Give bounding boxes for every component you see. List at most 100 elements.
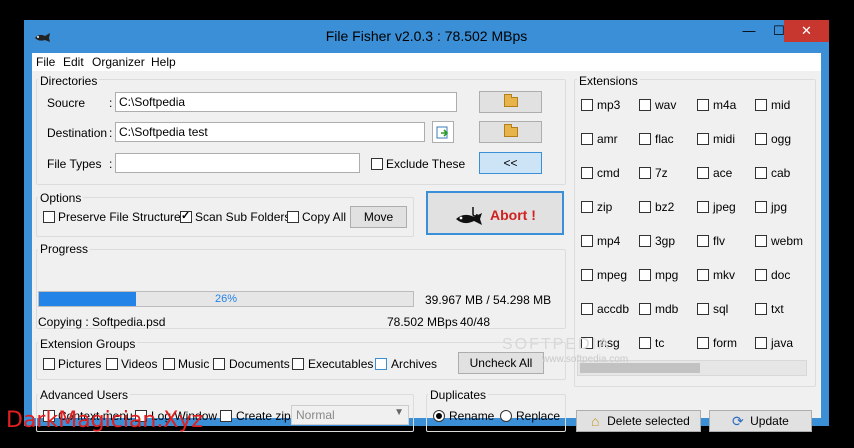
menu-help[interactable]: Help (151, 55, 176, 69)
open-destination-button[interactable] (432, 121, 454, 143)
ext-3gp-checkbox[interactable] (639, 235, 651, 247)
move-button[interactable]: Move (350, 206, 407, 228)
destination-browse-button[interactable] (479, 121, 542, 143)
update-button[interactable]: ⟳ Update (709, 410, 812, 432)
ext-mid-label: mid (771, 98, 791, 112)
ext-mpg-checkbox[interactable] (639, 269, 651, 281)
ext-mp4-label: mp4 (597, 234, 621, 248)
filetypes-input[interactable] (115, 153, 360, 173)
preserve-structure-checkbox[interactable] (43, 211, 55, 223)
ext-flac-checkbox[interactable] (639, 133, 651, 145)
group-archives-label: Archives (391, 357, 438, 371)
group-videos-checkbox[interactable] (106, 358, 118, 370)
ext-amr-checkbox[interactable] (581, 133, 593, 145)
ext-bz2-label: bz2 (655, 200, 675, 214)
ext-midi-checkbox[interactable] (697, 133, 709, 145)
menu-edit[interactable]: Edit (63, 55, 84, 69)
ext-sql-checkbox[interactable] (697, 303, 709, 315)
extension-groups-title: Extension Groups (38, 337, 138, 351)
minimize-button[interactable]: — (734, 20, 764, 42)
ext-mdb-checkbox[interactable] (639, 303, 651, 315)
ext-mp3-checkbox[interactable] (581, 99, 593, 111)
group-documents-checkbox[interactable] (213, 358, 225, 370)
collapse-button[interactable]: << (479, 152, 542, 174)
ext-java-label: java (771, 336, 794, 350)
ext-mkv-checkbox[interactable] (697, 269, 709, 281)
ext-form-checkbox[interactable] (697, 337, 709, 349)
progress-status: Copying : Softpedia.psd (38, 315, 166, 329)
extensions-title: Extensions (577, 74, 640, 88)
menu-organizer[interactable]: Organizer (92, 55, 145, 69)
ext-jpeg-checkbox[interactable] (697, 201, 709, 213)
group-documents-label: Documents (229, 357, 290, 371)
uncheck-all-button[interactable]: Uncheck All (458, 352, 544, 374)
ext-wav-checkbox[interactable] (639, 99, 651, 111)
ext-cmd-checkbox[interactable] (581, 167, 593, 179)
ext-ace-checkbox[interactable] (697, 167, 709, 179)
group-executables-checkbox[interactable] (292, 358, 304, 370)
scan-sub-folders-checkbox[interactable] (180, 209, 192, 223)
ext-txt-checkbox[interactable] (755, 303, 767, 315)
menu-bar: File Edit Organizer Help (32, 53, 821, 71)
ext-zip-checkbox[interactable] (581, 201, 593, 213)
copy-all-checkbox[interactable] (287, 211, 299, 223)
copy-all-label: Copy All (302, 210, 347, 224)
ext-m4a-label: m4a (713, 98, 737, 112)
destination-label: Destination (47, 126, 108, 140)
destination-input[interactable]: C:\Softpedia test (115, 122, 425, 142)
app-window: File Fisher v2.0.3 : 78.502 MBps — ☐ ✕ F… (24, 20, 829, 432)
group-pictures-checkbox[interactable] (43, 358, 55, 370)
ext-amr-label: amr (597, 132, 618, 146)
progress-size: 39.967 MB / 54.298 MB (425, 293, 552, 307)
close-button[interactable]: ✕ (784, 20, 829, 42)
source-input[interactable]: C:\Softpedia (115, 92, 457, 112)
ext-doc-checkbox[interactable] (755, 269, 767, 281)
directories-title: Directories (38, 74, 100, 88)
ext-tc-checkbox[interactable] (639, 337, 651, 349)
delete-selected-button[interactable]: ⌂ Delete selected (576, 410, 701, 432)
ext-ogg-checkbox[interactable] (755, 133, 767, 145)
softpedia-watermark: SOFTPEDIA (502, 336, 611, 353)
ext-flv-checkbox[interactable] (697, 235, 709, 247)
delete-selected-label: Delete selected (607, 414, 690, 428)
source-browse-button[interactable] (479, 91, 542, 113)
ext-webm-checkbox[interactable] (755, 235, 767, 247)
filetypes-colon: : (109, 157, 113, 171)
create-zip-checkbox[interactable] (220, 410, 232, 422)
ext-bz2-checkbox[interactable] (639, 201, 651, 213)
ext-cab-checkbox[interactable] (755, 167, 767, 179)
compression-select[interactable]: Normal ▼ (291, 405, 409, 425)
update-label: Update (750, 414, 789, 428)
ext-mid-checkbox[interactable] (755, 99, 767, 111)
ext-java-checkbox[interactable] (755, 337, 767, 349)
ext-jpeg-label: jpeg (713, 200, 736, 214)
ext-7z-checkbox[interactable] (639, 167, 651, 179)
ext-txt-label: txt (771, 302, 784, 316)
ext-cab-label: cab (771, 166, 791, 180)
ext-mp4-checkbox[interactable] (581, 235, 593, 247)
ext-jpg-label: jpg (771, 200, 788, 214)
group-executables-label: Executables (308, 357, 374, 371)
ext-ogg-label: ogg (771, 132, 792, 146)
menu-file[interactable]: File (36, 55, 55, 69)
ext-jpg-checkbox[interactable] (755, 201, 767, 213)
exclude-these-checkbox[interactable] (371, 158, 383, 170)
ext-mp3-label: mp3 (597, 98, 621, 112)
rename-radio[interactable] (433, 410, 445, 422)
ext-ace-label: ace (713, 166, 733, 180)
progress-speed: 78.502 MBps (387, 315, 458, 329)
group-pictures-label: Pictures (58, 357, 102, 371)
ext-mpeg-checkbox[interactable] (581, 269, 593, 281)
chevron-down-icon: ▼ (394, 407, 404, 418)
group-music-checkbox[interactable] (163, 358, 175, 370)
progress-bar: 26% (38, 291, 414, 307)
ext-3gp-label: 3gp (655, 234, 676, 248)
group-archives-checkbox[interactable] (375, 358, 387, 370)
title-bar[interactable]: File Fisher v2.0.3 : 78.502 MBps — ☐ ✕ (24, 20, 829, 54)
ext-sql-label: sql (713, 302, 729, 316)
softpedia-url: www.softpedia.com (542, 354, 629, 365)
replace-radio[interactable] (500, 410, 512, 422)
ext-m4a-checkbox[interactable] (697, 99, 709, 111)
abort-button[interactable]: Abort ! (426, 191, 564, 235)
ext-accdb-checkbox[interactable] (581, 303, 593, 315)
